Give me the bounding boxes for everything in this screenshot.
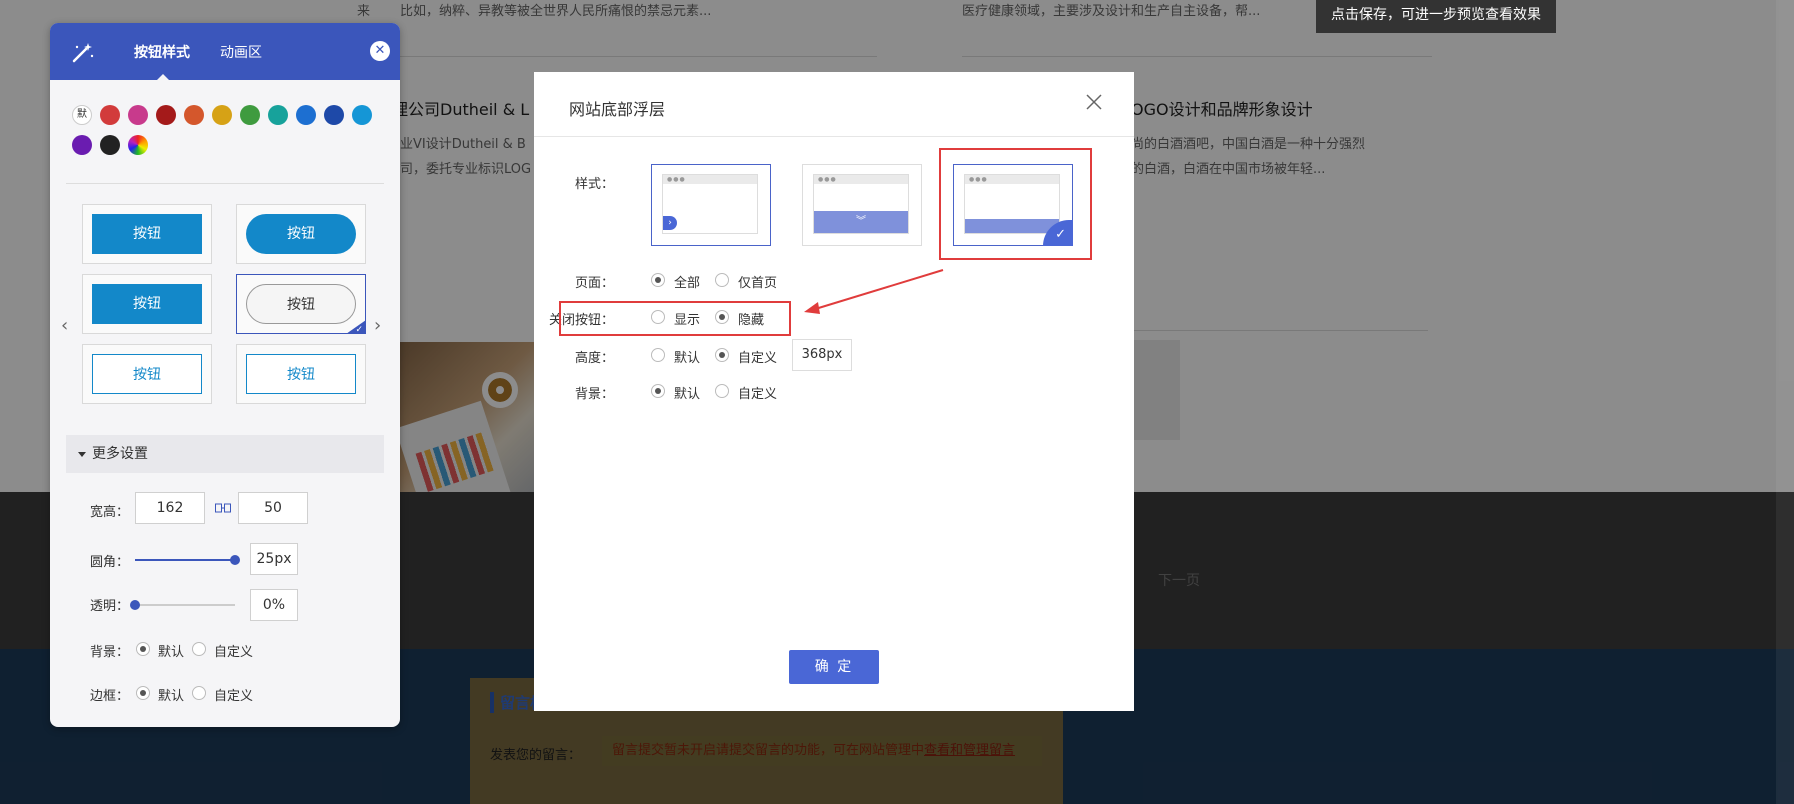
height-custom-label: 自定义 [738, 351, 778, 366]
modal-background-label: 背景： [574, 387, 614, 402]
footer-float-dialog: 网站底部浮层 样式： ●●● › ●●● ︾ ●●● ✓ 页面： 全部 仅首页 … [534, 72, 1134, 711]
window-preview-icon: ●●● › [662, 174, 758, 234]
arrow-right-icon: › [663, 216, 677, 230]
highlight-box-close-button [559, 301, 791, 336]
style-option-collapse-bar[interactable]: ●●● ︾ [802, 164, 922, 246]
page-label: 页面： [574, 276, 614, 291]
page-all-label: 全部 [674, 276, 701, 291]
style-label: 样式： [574, 177, 614, 192]
double-chevron-down-icon: ︾ [814, 211, 908, 233]
window-preview-icon: ●●● ︾ [813, 174, 909, 234]
close-icon[interactable] [1084, 92, 1104, 112]
page-scrollbar[interactable] [1776, 0, 1794, 804]
height-label: 高度： [574, 351, 614, 366]
dialog-title: 网站底部浮层 [569, 100, 666, 119]
page-home-only-radio[interactable] [715, 273, 729, 287]
style-option-corner-button[interactable]: ●●● › [651, 164, 771, 246]
page-home-only-label: 仅首页 [738, 276, 778, 291]
height-default-label: 默认 [674, 351, 701, 366]
dialog-header-divider [534, 136, 1134, 137]
save-tip: 点击保存，可进一步预览查看效果 [1316, 0, 1556, 33]
height-default-radio[interactable] [651, 348, 665, 362]
height-custom-radio[interactable] [715, 348, 729, 362]
confirm-button[interactable]: 确 定 [789, 650, 879, 684]
modal-background-default-radio[interactable] [651, 384, 665, 398]
modal-background-default-label: 默认 [674, 387, 701, 402]
page-all-radio[interactable] [651, 273, 665, 287]
panel-tint [50, 23, 400, 727]
modal-background-custom-radio[interactable] [715, 384, 729, 398]
height-value-input[interactable]: 368px [792, 339, 852, 371]
button-style-panel: 按钮样式 动画区 ✕ 默 按钮 按钮 按钮 按钮 按钮 按钮 ‹ › 更多设置 … [50, 23, 400, 727]
highlight-box-style [939, 148, 1092, 260]
modal-background-custom-label: 自定义 [738, 387, 778, 402]
